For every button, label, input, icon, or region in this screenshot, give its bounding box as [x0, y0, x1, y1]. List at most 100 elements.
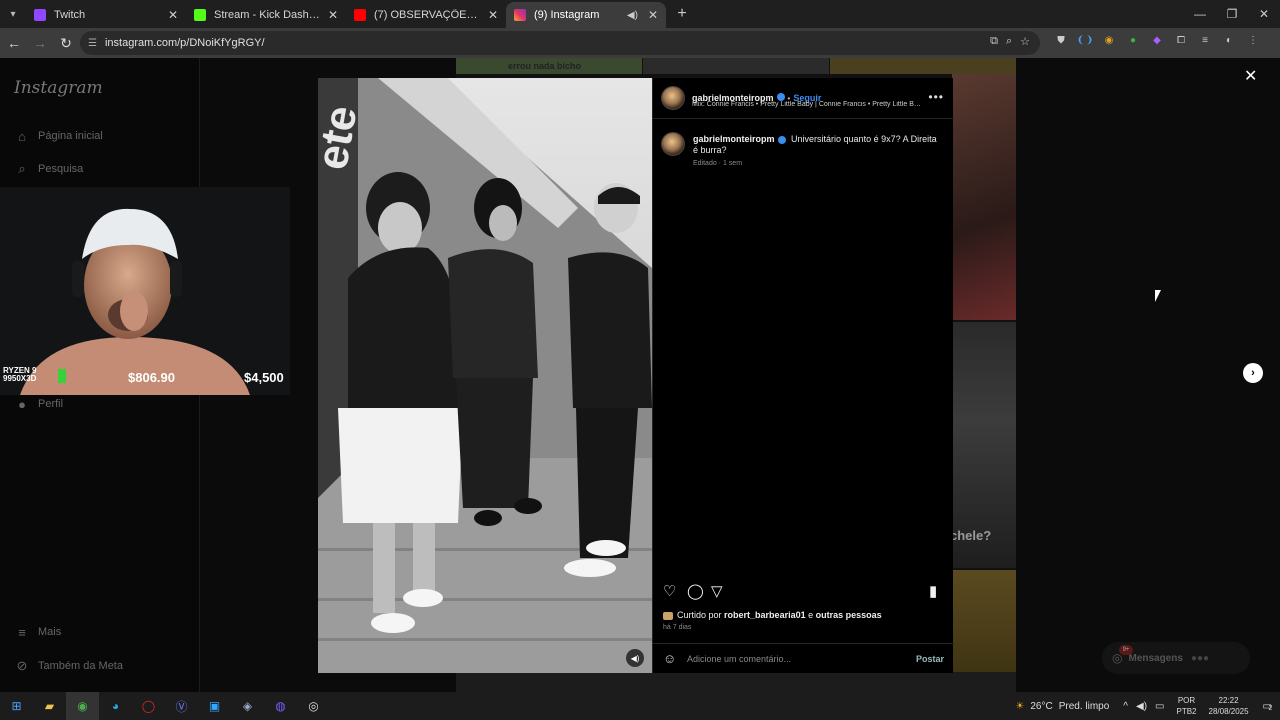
likes-user[interactable]: robert_barbearia01 [724, 610, 806, 620]
close-window-icon[interactable]: ✕ [1248, 0, 1280, 28]
profile-avatar-icon[interactable]: ◐ [1220, 31, 1238, 49]
notification-count: 2 [1268, 704, 1273, 712]
tab-title: Stream - Kick Dashboard [214, 9, 324, 21]
liker-avatar [663, 611, 673, 620]
post-image[interactable]: ete ◀) [318, 78, 652, 673]
show-hidden-icons-icon[interactable]: ^ [1123, 701, 1128, 712]
language-indicator[interactable]: POR PTB2 [1176, 695, 1196, 717]
minimize-icon[interactable]: — [1184, 0, 1216, 28]
close-modal-icon[interactable]: ✕ [1244, 66, 1257, 86]
emoji-icon[interactable]: ☺ [663, 651, 676, 666]
grid-tile[interactable]: errou nada bicho [456, 58, 642, 74]
comment-input[interactable]: Adicione um comentário... [687, 654, 791, 664]
forward-icon[interactable]: → [28, 31, 52, 55]
edge-icon[interactable]: ◕ [99, 692, 132, 720]
share-icon[interactable]: ▽ [711, 582, 723, 600]
post-comment-button[interactable]: Postar [916, 654, 944, 664]
grid-tile-caption: chele? [950, 528, 992, 543]
likes-summary[interactable]: Curtido por robert_barbearia01 e outras … [663, 610, 882, 620]
grid-tile[interactable] [830, 58, 1016, 74]
menu-icon: ≡ [18, 624, 26, 640]
discord-icon[interactable]: ◍ [264, 692, 297, 720]
message-avatars: ●●● [1190, 652, 1210, 664]
close-tab-icon[interactable]: ✕ [648, 8, 658, 22]
sidebar-item-search[interactable]: ⌕ Pesquisa [14, 161, 83, 177]
caption-author-avatar[interactable] [661, 132, 685, 156]
post-age: há 7 dias [663, 624, 692, 631]
vegas-icon[interactable]: Ⓥ [165, 692, 198, 720]
tab-twitch[interactable]: Twitch ✕ [26, 2, 186, 28]
weather-temp[interactable]: 26°C [1030, 701, 1052, 712]
meta-icon: ⊘ [16, 658, 28, 673]
network-icon[interactable]: ▭ [1155, 701, 1164, 712]
weather-text[interactable]: Pred. limpo [1059, 701, 1110, 712]
save-bookmark-icon[interactable]: ▮ [929, 582, 937, 600]
messages-button[interactable]: ◎ 9+ Mensagens ●●● [1102, 642, 1250, 674]
notifications-icon[interactable]: ▭ 2 [1263, 701, 1273, 712]
chrome-icon[interactable]: ◉ [66, 692, 99, 720]
author-avatar[interactable] [661, 86, 685, 110]
steam-icon[interactable]: ◈ [231, 692, 264, 720]
like-heart-icon[interactable]: ♡ [663, 582, 676, 600]
close-tab-icon[interactable]: ✕ [488, 8, 498, 22]
url-bar[interactable]: ☰ instagram.com/p/DNoiKfYgRGY/ ⧉ ⌕ ☆ [80, 31, 1040, 55]
chrome-menu-icon[interactable]: ⋮ [1244, 31, 1262, 49]
more-options-icon[interactable]: ••• [928, 90, 944, 104]
cpu-line2: 9950X3D [3, 374, 37, 383]
photoshop-icon[interactable]: ▣ [198, 692, 231, 720]
system-tray: ☀ 26°C Pred. limpo ^ ◀) ▭ POR PTB2 22:22… [1015, 692, 1280, 720]
media-control-icon[interactable]: ≡ [1196, 31, 1214, 49]
sidebar-item-profile[interactable]: ● Perfil [14, 396, 63, 412]
instagram-logo[interactable]: Instagram [14, 78, 103, 98]
grid-tile[interactable] [643, 58, 829, 74]
site-info-icon[interactable]: ☰ [88, 38, 97, 49]
extension-icon[interactable]: ❨❩ [1076, 31, 1094, 49]
close-tab-icon[interactable]: ✕ [168, 8, 178, 22]
shield-extension-icon[interactable]: ⛊ [1052, 31, 1070, 49]
zoom-icon[interactable]: ⌕ [1006, 35, 1012, 48]
caption-author-username[interactable]: gabrielmonteiropm [693, 134, 775, 144]
mute-audio-icon[interactable]: ◀) [626, 649, 644, 667]
grid-tile[interactable]: chele? [950, 322, 1016, 568]
green-extension-icon[interactable]: ● [1124, 31, 1142, 49]
tab-youtube[interactable]: (7) OBSERVAÇÕES DIÁRIAS (EP ✕ [346, 2, 506, 28]
windows-start-icon[interactable]: ⊞ [0, 692, 33, 720]
sidebar-item-home[interactable]: ⌂ Página inicial [14, 128, 103, 144]
volume-icon[interactable]: ◀) [1136, 701, 1147, 712]
instagram-icon [514, 9, 526, 21]
likes-others[interactable]: outras pessoas [816, 610, 882, 620]
sidebar-item-more[interactable]: ≡ Mais [14, 624, 61, 640]
goal-amount: $4,500 [244, 370, 284, 385]
extensions-puzzle-icon[interactable]: ⧠ [1172, 31, 1190, 49]
back-icon[interactable]: ← [2, 31, 26, 55]
clock[interactable]: 22:22 28/08/2025 [1209, 695, 1249, 717]
post-details-panel: gabrielmonteiropm • Seguir Mix: Connie Fra… [652, 78, 954, 673]
speaker-icon[interactable]: ◀) [627, 10, 638, 21]
grid-tile[interactable] [952, 74, 1016, 320]
opera-icon[interactable]: ◯ [132, 692, 165, 720]
verified-badge-icon [777, 135, 786, 144]
restore-icon[interactable]: ❐ [1216, 0, 1248, 28]
grid-tile[interactable] [456, 672, 1016, 692]
sidebar-item-meta[interactable]: ⊘ Também da Meta [14, 658, 123, 674]
twitch-extension-icon[interactable]: ◆ [1148, 31, 1166, 49]
new-tab-button[interactable]: + [670, 2, 694, 26]
next-post-button[interactable]: › [1243, 363, 1263, 383]
tab-instagram[interactable]: (9) Instagram ◀) ✕ [506, 2, 666, 28]
reload-icon[interactable]: ↻ [54, 31, 78, 55]
file-explorer-icon[interactable]: ▰ [33, 692, 66, 720]
post-music-info[interactable]: Mix: Connie Francis • Pretty Little Baby… [692, 101, 924, 108]
bookmark-star-icon[interactable]: ☆ [1020, 35, 1030, 48]
sidebar-item-label: Mais [38, 626, 62, 638]
install-app-icon[interactable]: ⧉ [990, 35, 998, 48]
close-tab-icon[interactable]: ✕ [328, 8, 338, 22]
color-extension-icon[interactable]: ◉ [1100, 31, 1118, 49]
tab-search-icon[interactable]: ▾ [0, 0, 26, 28]
messages-label: Mensagens [1128, 652, 1183, 664]
comment-icon[interactable]: ◯ [687, 582, 704, 600]
obs-icon[interactable]: ◎ [297, 692, 330, 720]
post-header: gabrielmonteiropm • Seguir Mix: Connie Fra… [653, 78, 954, 119]
tab-title: (7) OBSERVAÇÕES DIÁRIAS (EP [374, 9, 484, 21]
tab-kick[interactable]: Stream - Kick Dashboard ✕ [186, 2, 346, 28]
youtube-icon [354, 9, 366, 21]
